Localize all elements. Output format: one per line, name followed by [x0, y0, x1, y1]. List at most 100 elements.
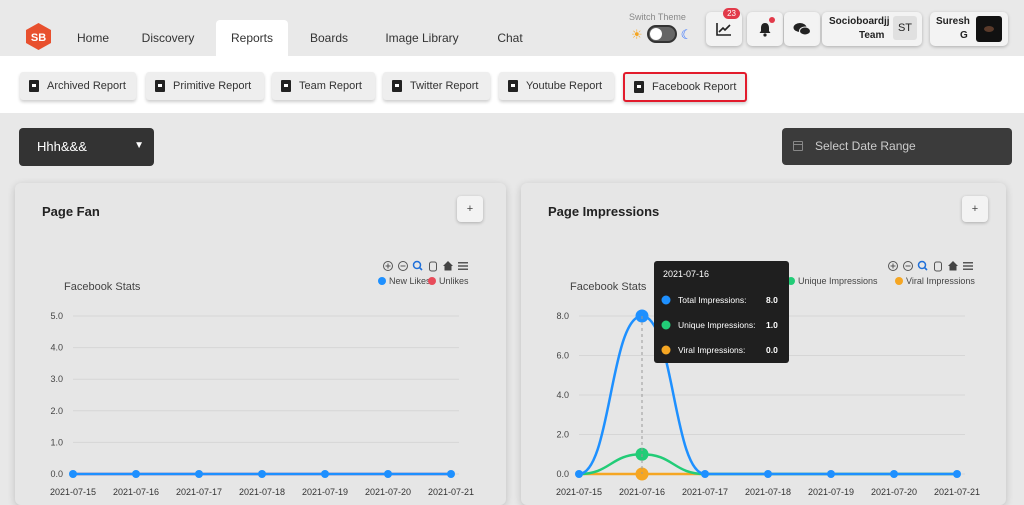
page-fan-legend-marker-new-likes: [378, 277, 386, 285]
analytics-button[interactable]: 23: [706, 8, 742, 46]
zoom-out-icon[interactable]: [398, 261, 408, 271]
page-fan-x-tick-label: 2021-07-19: [302, 487, 348, 497]
page-fan-x-tick-label: 2021-07-20: [365, 487, 411, 497]
page-impressions-y-tick-label: 8.0: [556, 311, 569, 321]
archived-report-button[interactable]: Archived Report: [20, 72, 136, 100]
page-fan-data-point-new-likes: [195, 470, 203, 478]
page-fan-y-tick-label: 0.0: [50, 469, 63, 479]
facebook-report-button[interactable]: Facebook Report: [623, 72, 747, 102]
pan-hand-icon[interactable]: [429, 261, 437, 272]
chat-button[interactable]: [784, 12, 820, 46]
nav-tab-reports[interactable]: Reports: [216, 20, 288, 56]
tooltip-marker: [661, 345, 671, 355]
page-fan-data-point-new-likes: [132, 470, 140, 478]
tooltip-row-label: Unique Impressions:: [678, 320, 755, 330]
page-impressions-data-point-total-impressions: [701, 470, 709, 478]
switch-theme-label: Switch Theme: [629, 12, 686, 22]
team-avatar: ST: [893, 16, 917, 40]
nav-tab-home[interactable]: Home: [66, 20, 120, 56]
page-impressions-x-tick-label: 2021-07-18: [745, 487, 791, 497]
page-fan-data-point-new-likes: [384, 470, 392, 478]
youtube-report-label: Youtube Report: [526, 80, 603, 92]
contact-card-icon: [281, 80, 291, 92]
primitive-report-button[interactable]: Primitive Report: [146, 72, 264, 100]
page-impressions-x-tick-label: 2021-07-15: [556, 487, 602, 497]
tooltip-row-value: 1.0: [766, 320, 778, 330]
logo-text: SB: [31, 32, 46, 44]
theme-toggle-track[interactable]: [646, 25, 677, 43]
moon-icon: ☾: [680, 26, 693, 42]
page-impressions-y-tick-label: 4.0: [556, 390, 569, 400]
theme-switch[interactable]: ☀ ☾: [631, 25, 692, 43]
youtube-report-button[interactable]: Youtube Report: [499, 72, 614, 100]
zoom-select-icon[interactable]: [917, 260, 928, 271]
page-fan-title: Page Fan: [42, 204, 100, 219]
page-fan-data-point-new-likes: [447, 470, 455, 478]
page-impressions-expand-button[interactable]: +: [962, 196, 988, 222]
page-fan-legend-marker-unlikes: [428, 277, 436, 285]
tooltip-row-label: Viral Impressions:: [678, 345, 745, 355]
trending-chart-icon: [716, 23, 731, 36]
account-select[interactable]: Hhh&&& ▼: [19, 128, 154, 166]
menu-icon[interactable]: [458, 262, 468, 270]
page-fan-y-tick-label: 3.0: [50, 374, 63, 384]
nav-tab-boards[interactable]: Boards: [298, 20, 360, 56]
page-fan-y-tick-label: 4.0: [50, 343, 63, 353]
facebook-report-label: Facebook Report: [652, 81, 737, 93]
team-switcher[interactable]: Socioboardjj Team ST: [822, 12, 922, 46]
zoom-in-icon[interactable]: [383, 261, 393, 271]
page-impressions-x-tick-label: 2021-07-17: [682, 487, 728, 497]
notification-dot: [769, 17, 775, 23]
page-impressions-y-tick-label: 0.0: [556, 469, 569, 479]
page-impressions-legend-label-viral-impressions: Viral Impressions: [906, 276, 975, 286]
date-range-picker[interactable]: Select Date Range: [782, 128, 1012, 165]
page-impressions-legend-label-unique-impressions: Unique Impressions: [798, 276, 878, 286]
page-fan-expand-button[interactable]: +: [457, 196, 483, 222]
page-impressions-data-point-total-impressions: [827, 470, 835, 478]
page-impressions-data-point-total-impressions: [764, 470, 772, 478]
menu-icon[interactable]: [963, 262, 973, 270]
page-fan-data-point-new-likes: [258, 470, 266, 478]
nav-tab-image-library[interactable]: Image Library: [374, 20, 470, 56]
calendar-icon: [793, 141, 803, 151]
page-fan-data-point-new-likes: [321, 470, 329, 478]
nav-tab-chat[interactable]: Chat: [484, 20, 536, 56]
page-fan-y-tick-label: 2.0: [50, 406, 63, 416]
page-impressions-title: Page Impressions: [548, 204, 660, 219]
notifications-button[interactable]: [747, 12, 783, 46]
team-sub-label: Team: [859, 30, 885, 41]
bell-icon: [759, 22, 771, 37]
user-menu[interactable]: Suresh G: [930, 12, 1008, 46]
page-fan-x-tick-label: 2021-07-18: [239, 487, 285, 497]
page-fan-x-tick-label: 2021-07-17: [176, 487, 222, 497]
zoom-in-icon[interactable]: [888, 261, 898, 271]
socioboard-logo[interactable]: SB: [25, 23, 52, 50]
tooltip-row-label: Total Impressions:: [678, 295, 747, 305]
zoom-out-icon[interactable]: [903, 261, 913, 271]
page-impressions-x-tick-label: 2021-07-21: [934, 487, 980, 497]
contact-card-icon: [508, 80, 518, 92]
twitter-report-button[interactable]: Twitter Report: [383, 72, 490, 100]
home-reset-icon[interactable]: [948, 261, 958, 271]
clipboard-icon: [29, 80, 39, 92]
archived-report-label: Archived Report: [47, 80, 126, 92]
pan-hand-icon[interactable]: [934, 261, 942, 272]
account-select-value: Hhh&&&: [37, 139, 87, 154]
sun-icon: ☀: [631, 26, 643, 42]
page-impressions-chart: Facebook Stats 0.0 2.0 4.0 6.0 8.0 2021-07-15 2…: [556, 260, 980, 497]
tooltip-row-value: 8.0: [766, 295, 778, 305]
home-reset-icon[interactable]: [443, 261, 453, 271]
contact-card-icon: [392, 80, 402, 92]
page-impressions-data-point-total-impressions: [575, 470, 583, 478]
team-report-label: Team Report: [299, 80, 362, 92]
zoom-select-icon[interactable]: [412, 260, 423, 271]
notification-count-badge: 23: [723, 8, 740, 19]
team-report-button[interactable]: Team Report: [272, 72, 375, 100]
nav-tab-discovery[interactable]: Discovery: [130, 20, 206, 56]
primitive-report-label: Primitive Report: [173, 80, 252, 92]
date-range-placeholder: Select Date Range: [815, 139, 916, 153]
page-impressions-x-tick-label: 2021-07-19: [808, 487, 854, 497]
page-impressions-data-point-total-impressions: [890, 470, 898, 478]
report-tab-bar: Archived Report Primitive Report Team Re…: [0, 56, 1024, 113]
chart-tooltip: 2021-07-16 Total Impressions: 8.0 Unique Im…: [654, 261, 789, 363]
